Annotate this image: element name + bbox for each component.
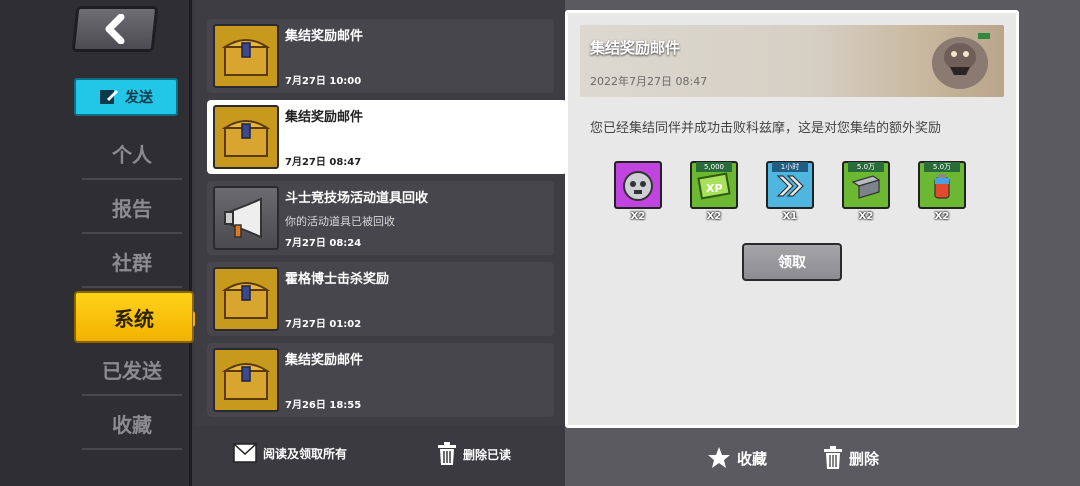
sidebar-item-label: 已发送 <box>102 358 162 383</box>
mail-subtitle: 你的活动道具已被回收 <box>285 215 395 228</box>
reward-item[interactable]: 5,000 XP X2 <box>690 161 738 222</box>
reward-tag: 5,000 <box>696 162 732 172</box>
read-and-claim-all-button[interactable]: 阅读及领取所有 <box>233 442 347 464</box>
fuel-canister-icon: 5.0万 <box>918 161 966 209</box>
send-mail-button[interactable]: 发送 <box>74 78 178 116</box>
treasure-chest-icon <box>213 24 279 88</box>
reward-tag: 5.0万 <box>848 162 884 172</box>
sidebar-item-system[interactable]: 系统 <box>74 291 202 343</box>
mail-detail-message: 您已经集结同伴并成功击败科兹摩，这是对您集结的额外奖励 <box>590 121 942 136</box>
favorite-button[interactable]: 收藏 <box>707 446 767 470</box>
delete-label: 删除 <box>849 449 880 468</box>
mail-title: 霍格博士击杀奖励 <box>285 272 390 287</box>
category-sidebar: 发送 个人 报告 社群 系统 已发送 收藏 <box>0 0 202 486</box>
mail-list-item[interactable]: 集结奖励邮件 7月27日 10:00 <box>207 19 554 93</box>
read-all-label: 阅读及领取所有 <box>263 446 348 461</box>
sidebar-item-reports[interactable]: 报告 <box>82 182 182 234</box>
mail-title: 集结奖励邮件 <box>285 110 364 125</box>
mail-detail-actions: 收藏 删除 <box>565 430 1080 486</box>
reward-count: X1 <box>782 211 798 222</box>
mail-detail-card: 集结奖励邮件 2022年7月27日 08:47 您已经集结同伴并成功击败科兹摩，… <box>565 10 1019 428</box>
reward-item[interactable]: 5.0万 X2 <box>842 161 890 222</box>
mail-title: 集结奖励邮件 <box>285 353 364 368</box>
sidebar-item-label: 系统 <box>114 306 154 331</box>
compose-icon <box>100 90 118 104</box>
back-arrow-icon <box>105 14 125 44</box>
reward-item[interactable]: X2 <box>614 161 662 222</box>
svg-text:XP: XP <box>706 182 723 195</box>
mail-date: 7月27日 10:00 <box>285 76 362 87</box>
mail-list-item-selected[interactable]: 集结奖励邮件 7月27日 08:47 <box>207 100 567 174</box>
mail-list: 集结奖励邮件 7月27日 10:00 集结奖励邮件 7月27日 08:47 斗士… <box>195 0 567 486</box>
delete-read-button[interactable]: 删除已读 <box>437 442 511 466</box>
sidebar-item-community[interactable]: 社群 <box>82 236 182 288</box>
trash-icon <box>824 446 842 469</box>
mail-list-actions: 阅读及领取所有 删除已读 <box>195 426 565 486</box>
mail-detail-date: 2022年7月27日 08:47 <box>590 75 708 88</box>
reward-tag: 5.0万 <box>924 162 960 172</box>
sidebar-item-label: 收藏 <box>112 412 152 437</box>
favorite-label: 收藏 <box>737 449 768 468</box>
sidebar-item-label: 个人 <box>112 142 152 167</box>
mail-list-item[interactable]: 集结奖励邮件 7月26日 18:55 <box>207 343 554 417</box>
sidebar-item-label: 社群 <box>112 250 152 275</box>
sidebar-item-sent[interactable]: 已发送 <box>82 344 182 396</box>
reward-count: X2 <box>630 211 646 222</box>
reward-count: X2 <box>934 211 950 222</box>
treasure-chest-icon <box>213 267 279 331</box>
mail-date: 7月27日 01:02 <box>285 319 362 330</box>
mail-banner: 集结奖励邮件 2022年7月27日 08:47 <box>580 25 1004 97</box>
back-button[interactable] <box>71 6 159 52</box>
mail-date: 7月27日 08:24 <box>285 238 362 249</box>
mail-date: 7月26日 18:55 <box>285 400 362 411</box>
reward-count: X2 <box>858 211 874 222</box>
mail-detail-panel: 集结奖励邮件 2022年7月27日 08:47 您已经集结同伴并成功击败科兹摩，… <box>565 0 1080 486</box>
mail-date: 7月27日 08:47 <box>285 157 362 168</box>
envelope-icon <box>233 443 257 463</box>
skull-medal-icon <box>614 161 662 209</box>
speedup-icon: 1小时 <box>766 161 814 209</box>
mail-detail-title: 集结奖励邮件 <box>590 39 681 57</box>
reward-tag: 1小时 <box>772 162 808 172</box>
xp-book-icon: 5,000 XP <box>690 161 738 209</box>
reward-count: X2 <box>706 211 722 222</box>
sidebar-item-label: 报告 <box>112 196 152 221</box>
delete-read-label: 删除已读 <box>463 447 512 462</box>
treasure-chest-icon <box>213 348 279 412</box>
mail-list-item[interactable]: 霍格博士击杀奖励 7月27日 01:02 <box>207 262 554 336</box>
treasure-chest-icon <box>213 105 279 169</box>
trash-icon <box>438 442 456 465</box>
boss-portrait-icon <box>932 33 990 89</box>
reward-item[interactable]: 1小时 X1 <box>766 161 814 222</box>
send-label: 发送 <box>125 90 153 106</box>
mail-title: 斗士竞技场活动道具回收 <box>285 191 429 206</box>
megaphone-icon <box>213 186 279 250</box>
sidebar-item-favorites[interactable]: 收藏 <box>82 398 182 450</box>
mail-list-item[interactable]: 斗士竞技场活动道具回收 你的活动道具已被回收 7月27日 08:24 <box>207 181 554 255</box>
reward-item[interactable]: 5.0万 X2 <box>918 161 966 222</box>
star-icon <box>708 447 730 468</box>
sidebar-item-personal[interactable]: 个人 <box>82 128 182 180</box>
mail-title: 集结奖励邮件 <box>285 29 364 44</box>
delete-button[interactable]: 删除 <box>823 446 879 470</box>
claim-button[interactable]: 领取 <box>742 243 842 281</box>
steel-beam-icon: 5.0万 <box>842 161 890 209</box>
